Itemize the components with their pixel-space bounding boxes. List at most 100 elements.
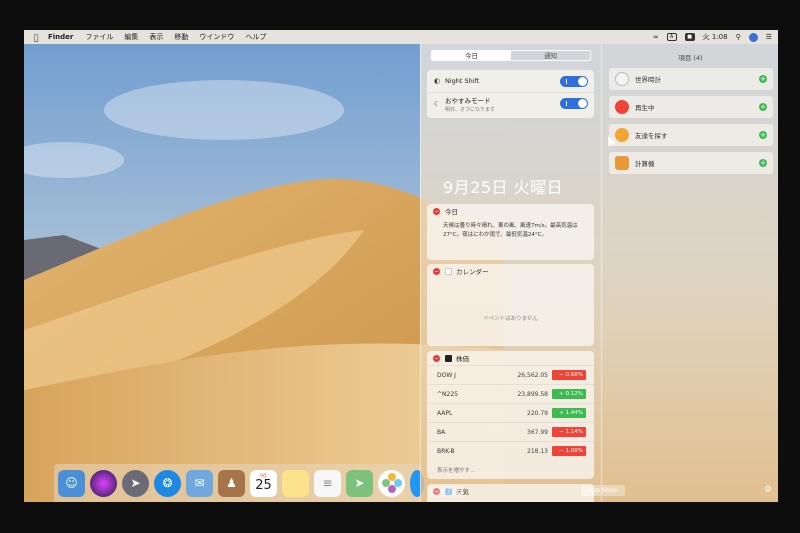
notification-center: 今日 通知 ◐ Night Shift ☾ おやすみモード 明日、オフになります…	[420, 44, 778, 502]
gear-icon[interactable]: ⚙	[764, 485, 772, 495]
stock-price: 367.99	[527, 428, 548, 436]
notes-icon[interactable]	[282, 469, 309, 497]
today-summary-title: 今日	[445, 208, 458, 216]
notification-center-icon[interactable]: ☰	[766, 33, 772, 41]
stock-symbol: BRK-B	[437, 447, 455, 455]
widget-item-label: 計算機	[635, 160, 655, 168]
menu-go[interactable]: 移動	[174, 32, 188, 42]
widget-item-label: 世界時計	[635, 76, 661, 84]
stock-row[interactable]: ^N225 23,899.58 + 0.12%	[427, 384, 594, 403]
stock-change-badge[interactable]: + 1.44%	[552, 408, 586, 418]
calendar-widget-header: − カレンダー	[427, 264, 594, 278]
done-button[interactable]: 完了	[429, 486, 463, 497]
maps-icon[interactable]: ➤	[346, 469, 373, 497]
apple-menu-icon[interactable]: 	[24, 33, 48, 42]
stock-change-badge[interactable]: − 1.08%	[552, 446, 586, 456]
stock-symbol: BA	[437, 428, 446, 436]
add-widget-icon[interactable]: +	[759, 75, 767, 83]
calendar-dock-icon[interactable]: 9月 25	[250, 469, 277, 497]
display-icon[interactable]: ■	[684, 33, 695, 41]
remove-widget-icon[interactable]: −	[433, 207, 440, 215]
nc-tabs: 今日 通知	[431, 50, 591, 61]
add-widget-icon[interactable]: +	[759, 159, 767, 167]
siri-dock-icon[interactable]	[90, 469, 117, 497]
menu-file[interactable]: ファイル	[85, 32, 113, 42]
dnd-label: おやすみモード	[445, 96, 491, 105]
dock: ☺ ➤ ❂ ✉ ♟ 9月 25 ≡ ➤	[54, 464, 424, 502]
input-source-icon[interactable]: A	[666, 33, 677, 41]
today-summary-text: 天候は曇り時々晴れ、東の風、風速7m/s。最高気温は27°C。夜はにわか雨で、最…	[443, 223, 578, 238]
today-summary-header: − 今日	[427, 204, 594, 218]
remove-widget-icon[interactable]: −	[433, 267, 440, 275]
stocks-widget: − 株価 DOW J 26,562.05 − 0.68% ^N225 23,899.58…	[427, 351, 594, 479]
stock-row[interactable]: BRK-B 218.13 − 1.08%	[427, 441, 594, 460]
available-widgets-title: 項目 (4)	[678, 54, 703, 62]
night-shift-icon: ◐	[433, 77, 441, 85]
stock-price: 26,562.05	[517, 371, 548, 379]
widget-item-world-clock[interactable]: 世界時計 +	[609, 68, 773, 90]
finder-icon[interactable]: ☺	[58, 469, 85, 497]
stock-row[interactable]: DOW J 26,562.05 − 0.68%	[427, 365, 594, 384]
photos-flower-icon	[381, 473, 402, 493]
stock-price: 218.13	[527, 447, 548, 455]
stock-change-badge[interactable]: − 0.68%	[552, 370, 586, 380]
stock-symbol: AAPL	[437, 409, 453, 417]
today-date-heading: 9月25日 火曜日	[443, 178, 564, 197]
menu-extras: ≈ A ■ 火 1:08 ⚲ ☰	[653, 30, 772, 44]
menu-view[interactable]: 表示	[149, 32, 163, 42]
music-icon	[615, 100, 629, 114]
menu-bar:  Finder ファイル 編集 表示 移動 ウインドウ ヘルプ ≈ A ■ 火…	[24, 30, 778, 44]
nc-column-divider	[601, 44, 602, 502]
toggles-card: ◐ Night Shift ☾ おやすみモード 明日、オフになります	[427, 70, 594, 118]
mail-icon[interactable]: ✉	[186, 469, 213, 497]
stock-price: 220.79	[527, 409, 548, 417]
menu-help[interactable]: ヘルプ	[245, 32, 266, 42]
calendar-dock-day: 25	[255, 478, 272, 493]
stocks-show-more[interactable]: 表示を増やす...	[427, 460, 594, 474]
contacts-icon[interactable]: ♟	[218, 469, 245, 497]
menu-clock[interactable]: 火 1:08	[703, 32, 728, 42]
calendar-icon	[445, 267, 452, 275]
add-widget-icon[interactable]: +	[759, 103, 767, 111]
siri-icon[interactable]	[748, 32, 758, 42]
menu-edit[interactable]: 編集	[124, 32, 138, 42]
stocks-list: DOW J 26,562.05 − 0.68% ^N225 23,899.58 + 0.1…	[427, 365, 594, 460]
night-shift-row: ◐ Night Shift	[427, 70, 594, 92]
dnd-toggle[interactable]	[560, 98, 588, 109]
remove-widget-icon[interactable]: −	[433, 354, 440, 362]
add-widget-icon[interactable]: +	[759, 131, 767, 139]
reminders-icon[interactable]: ≡	[314, 469, 341, 497]
dnd-row: ☾ おやすみモード 明日、オフになります	[427, 92, 594, 114]
safari-icon[interactable]: ❂	[154, 469, 181, 497]
night-shift-label: Night Shift	[445, 77, 480, 85]
menu-app-name[interactable]: Finder	[48, 33, 73, 41]
night-shift-toggle[interactable]	[560, 75, 588, 87]
tab-today[interactable]: 今日	[432, 51, 511, 60]
calculator-icon	[615, 156, 629, 170]
photos-icon[interactable]	[378, 469, 405, 497]
clock-icon	[615, 72, 629, 86]
spotlight-search-icon[interactable]: ⚲	[736, 33, 741, 41]
stocks-icon	[445, 354, 452, 362]
widget-item-label: 友達を探す	[635, 132, 668, 140]
desktop-screen:  Finder ファイル 編集 表示 移動 ウインドウ ヘルプ ≈ A ■ 火…	[24, 30, 778, 502]
stock-symbol: ^N225	[437, 390, 458, 398]
stock-change-badge[interactable]: − 1.14%	[552, 427, 586, 437]
stocks-widget-header: − 株価	[427, 351, 594, 365]
stock-row[interactable]: BA 367.99 − 1.14%	[427, 422, 594, 441]
menu-window[interactable]: ウインドウ	[199, 32, 234, 42]
stock-row[interactable]: AAPL 220.79 + 1.44%	[427, 403, 594, 422]
moon-icon: ☾	[433, 99, 441, 108]
tab-notifications[interactable]: 通知	[511, 51, 590, 60]
widget-item-now-playing[interactable]: 再生中 +	[609, 96, 773, 118]
widget-item-label: 再生中	[635, 104, 655, 112]
app-store-button[interactable]: App Store	[581, 485, 625, 496]
widget-item-calculator[interactable]: 計算機 +	[609, 152, 773, 174]
stock-symbol: DOW J	[437, 371, 456, 379]
stock-change-badge[interactable]: + 0.12%	[552, 389, 586, 399]
widget-item-find-friends[interactable]: 友達を探す +	[609, 124, 773, 146]
dnd-sublabel: 明日、オフになります	[445, 106, 496, 113]
launchpad-icon[interactable]: ➤	[122, 469, 149, 497]
wifi-icon[interactable]: ≈	[653, 33, 659, 41]
calendar-empty-text: イベントはありません	[483, 316, 538, 322]
